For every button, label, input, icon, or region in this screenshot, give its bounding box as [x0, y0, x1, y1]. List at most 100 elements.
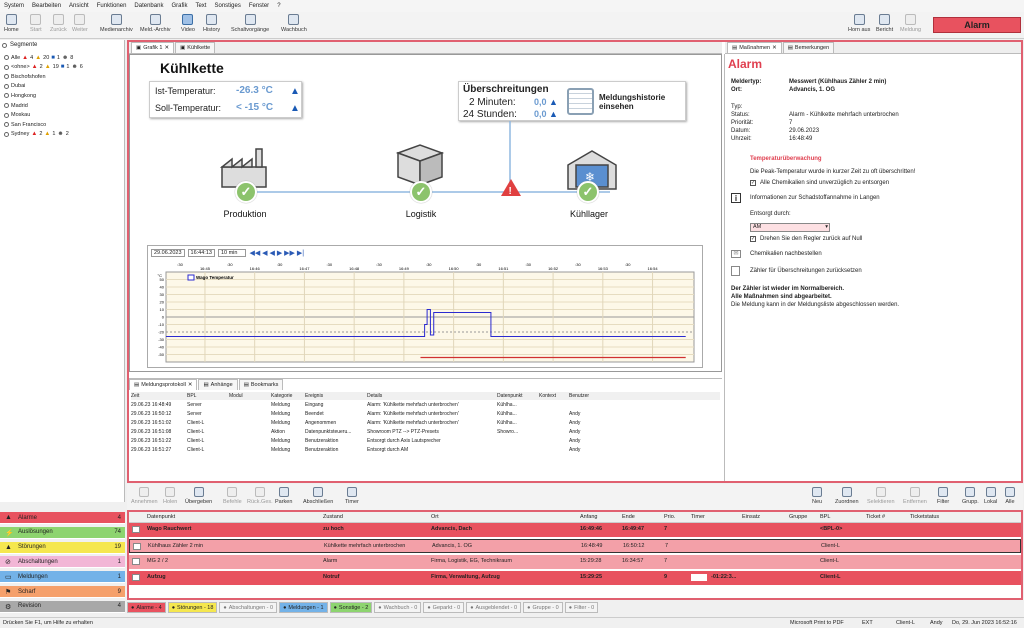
list-tab-9[interactable]: ● Filter - 0: [564, 602, 599, 613]
action-übergeben-button[interactable]: Übergeben: [185, 487, 212, 505]
segment-item[interactable]: <ohne> ▲ 2 ▲ 19 ■ 1 ☻ 6: [4, 63, 83, 72]
alarm-column-header[interactable]: Ticket #: [866, 514, 908, 520]
column-header[interactable]: Kontext: [539, 393, 569, 399]
toolbar-home-button[interactable]: Home: [4, 14, 19, 33]
menu-item[interactable]: Text: [195, 3, 206, 9]
list-alle-button[interactable]: Alle: [1005, 487, 1015, 505]
category-auslösungen[interactable]: ⚡ Auslösungen 74: [0, 526, 125, 539]
menu-item[interactable]: ?: [277, 3, 280, 9]
reorder-link[interactable]: Chemikalien nachbestellen: [750, 251, 822, 257]
alarm-row[interactable]: Kühlhaus Zähler 2 min Kühlkette mehrfach …: [129, 539, 1021, 553]
info-icon[interactable]: i: [731, 193, 741, 203]
chart-range-select[interactable]: 10 min: [217, 249, 247, 257]
list-tab-5[interactable]: ● Wachbuch - 0: [374, 602, 422, 613]
reset-link[interactable]: Zähler für Überschreitungen zurücksetzen: [750, 268, 862, 274]
list-tab-8[interactable]: ● Gruppe - 0: [523, 602, 563, 613]
close-icon[interactable]: ✕: [772, 45, 777, 51]
protocol-row[interactable]: 29.06.23 16:48:49 Server Meldung Eingang Ala…: [131, 401, 609, 409]
tab-kuehlkette[interactable]: ▣ Kühlkette: [175, 42, 216, 53]
toolbar-history-button[interactable]: History: [203, 14, 220, 33]
list-tab-4[interactable]: ● Sonstige - 2: [329, 602, 373, 613]
list-tab-6[interactable]: ● Geparkt - 0: [423, 602, 465, 613]
toolbar-weiter-button[interactable]: Weiter: [72, 14, 88, 33]
alarm-row[interactable]: Aufzug Notruf Firma, Verwaltung, Aufzug 15:…: [129, 571, 1021, 585]
action-befehle-button[interactable]: Befehle: [223, 487, 242, 505]
category-abschaltungen[interactable]: ⊘ Abschaltungen 1: [0, 556, 125, 569]
tab-massnahmen[interactable]: ▤ Maßnahmen ✕: [727, 42, 782, 53]
alarm-column-header[interactable]: BPL: [820, 514, 864, 520]
protocol-row[interactable]: 29.06.23 16:51:08 Client-L Aktion Datenpunk…: [131, 428, 609, 436]
list-filter-button[interactable]: Filter: [937, 487, 949, 505]
alarm-button[interactable]: Alarm: [933, 17, 1021, 33]
checkbox-regler[interactable]: ✓: [750, 236, 756, 242]
protocol-row[interactable]: 29.06.23 16:51:27 Client-L Meldung Benutzer…: [131, 446, 609, 454]
action-abschließen-button[interactable]: Abschließen: [303, 487, 333, 505]
segment-item[interactable]: Madrid: [4, 101, 28, 110]
column-header[interactable]: Benutzer: [569, 393, 609, 399]
list-tab-7[interactable]: ● Ausgeblendet - 0: [466, 602, 522, 613]
alarm-row[interactable]: MG 2 / 2 Alarm Firma, Logistik, EG, Techni…: [129, 555, 1021, 569]
protocol-row[interactable]: 29.06.23 16:51:22 Client-L Meldung Benutzer…: [131, 437, 609, 445]
column-header[interactable]: Modul: [229, 393, 271, 399]
mail-icon[interactable]: ✉: [731, 250, 741, 258]
toolbar-wachbuch-button[interactable]: Wachbuch: [281, 14, 307, 33]
menu-item[interactable]: Fenster: [249, 3, 269, 9]
category-scharf[interactable]: ⚑ Scharf 9: [0, 586, 125, 598]
chart-time-field[interactable]: 16:44:13: [187, 249, 215, 257]
column-header[interactable]: Details: [367, 393, 497, 399]
chart-navigation-icons[interactable]: ◀◀ ◀ ◀ ▶ ▶▶ ▶|: [249, 249, 304, 257]
list-tab-2[interactable]: ● Abschaltungen - 0: [219, 602, 278, 613]
checkbox-chemicals[interactable]: ✓: [750, 180, 756, 186]
segments-header[interactable]: Segmente: [2, 42, 37, 48]
action-timer-button[interactable]: Timer: [345, 487, 359, 505]
printer-status[interactable]: Microsoft Print to PDF: [790, 620, 844, 626]
tab-grafik[interactable]: ▣ Grafik 1 ✕: [131, 42, 175, 53]
column-header[interactable]: Ereignis: [305, 393, 367, 399]
close-icon[interactable]: ✕: [188, 382, 193, 388]
toolbar-meldung-button[interactable]: Meldung: [900, 14, 921, 33]
menu-item[interactable]: Ansicht: [69, 3, 89, 9]
alarm-column-header[interactable]: Zustand: [323, 514, 427, 520]
segment-item[interactable]: Dubai: [4, 82, 25, 91]
toolbar-start-button[interactable]: Start: [30, 14, 42, 33]
column-header[interactable]: Kategorie: [271, 393, 305, 399]
column-header[interactable]: Zeit: [131, 393, 187, 399]
segment-item[interactable]: Sydney ▲ 2 ▲ 1 ☻ 2: [4, 130, 69, 139]
menu-item[interactable]: Funktionen: [97, 3, 127, 9]
category-alarme[interactable]: ▲ Alarme 4: [0, 512, 125, 524]
list-neu-button[interactable]: Neu: [812, 487, 822, 505]
menu-item[interactable]: Sonstiges: [214, 3, 240, 9]
warning-triangle-icon[interactable]: !: [501, 179, 521, 197]
toolbar-medienarchiv-button[interactable]: Medienarchiv: [100, 14, 133, 33]
category-meldungen[interactable]: ▭ Meldungen 1: [0, 571, 125, 584]
toolbar-hornaus-button[interactable]: Horn aus: [848, 14, 870, 33]
info-link[interactable]: Informationen zur Schadstoffannahme in L…: [750, 195, 880, 201]
menu-item[interactable]: Bearbeiten: [32, 3, 61, 9]
segment-item[interactable]: San Francisco: [4, 120, 46, 129]
category-störungen[interactable]: ▲ Störungen 19: [0, 541, 125, 554]
column-header[interactable]: BPL: [187, 393, 229, 399]
alarm-row[interactable]: Wago Rauchwert zu hoch Advancis, Dach 16:49…: [129, 523, 1021, 537]
alarm-column-header[interactable]: Timer: [691, 514, 739, 520]
menu-item[interactable]: System: [4, 3, 24, 9]
protocol-tab-2[interactable]: ▤ Bookmarks: [238, 379, 284, 390]
alarm-column-header[interactable]: Einsatz: [742, 514, 787, 520]
list-grupp-button[interactable]: Grupp.: [962, 487, 979, 505]
alarm-column-header[interactable]: Anfang: [580, 514, 620, 520]
tab-bemerkungen[interactable]: ▤ Bemerkungen: [782, 42, 835, 53]
protocol-tab-1[interactable]: ▤ Anhänge: [198, 379, 238, 390]
toolbar-meldarchiv-button[interactable]: Meld.-Archiv: [140, 14, 171, 33]
column-header[interactable]: Datenpunkt: [497, 393, 539, 399]
protocol-tab-0[interactable]: ▤ Meldungsprotokoll ✕: [129, 379, 198, 390]
entsorgt-select[interactable]: AM ▾: [750, 223, 830, 232]
alarm-column-header[interactable]: Ticketstatus: [910, 514, 990, 520]
action-holen-button[interactable]: Holen: [163, 487, 177, 505]
menu-item[interactable]: Grafik: [171, 3, 187, 9]
action-parken-button[interactable]: Parken: [275, 487, 292, 505]
alarm-column-header[interactable]: Prio.: [664, 514, 689, 520]
segment-item[interactable]: Bischofshofen: [4, 72, 46, 81]
toolbar-zurück-button[interactable]: Zurück: [50, 14, 67, 33]
list-tab-1[interactable]: ● Störungen - 18: [167, 602, 218, 613]
toolbar-video-button[interactable]: Video: [181, 14, 195, 33]
close-icon[interactable]: ✕: [164, 45, 169, 51]
